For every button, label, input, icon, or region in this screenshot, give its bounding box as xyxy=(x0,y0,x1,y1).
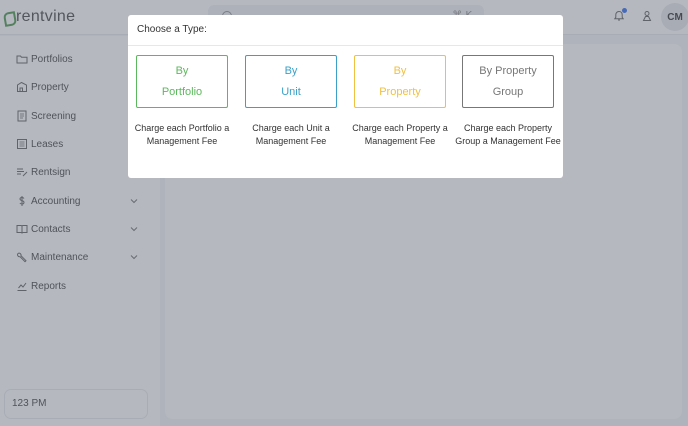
option-description: Charge each Portfolio a Management Fee xyxy=(134,123,230,146)
option-description: Charge each Property a Management Fee xyxy=(352,123,448,146)
modal-title: Choose a Type: xyxy=(137,24,207,35)
option-line2: Group xyxy=(492,85,524,98)
option-line1: By xyxy=(393,64,407,77)
option-line2: Property xyxy=(379,85,421,98)
option-line1: By xyxy=(175,64,189,77)
by-unit-button[interactable]: By Unit xyxy=(245,55,337,108)
by-portfolio-button[interactable]: By Portfolio xyxy=(136,55,228,108)
by-property-button[interactable]: By Property xyxy=(354,55,446,108)
option-line2: Portfolio xyxy=(161,85,203,98)
option-line1: By Property xyxy=(479,64,537,77)
by-property-group-button[interactable]: By Property Group xyxy=(462,55,554,108)
option-description: Charge each Property Group a Management … xyxy=(455,123,561,146)
modal-divider xyxy=(128,45,563,46)
option-description: Charge each Unit a Management Fee xyxy=(252,123,330,146)
option-line1: By xyxy=(284,64,298,77)
option-line2: Unit xyxy=(281,85,301,98)
choose-type-modal: Choose a Type: By Portfolio Charge each … xyxy=(128,15,563,178)
